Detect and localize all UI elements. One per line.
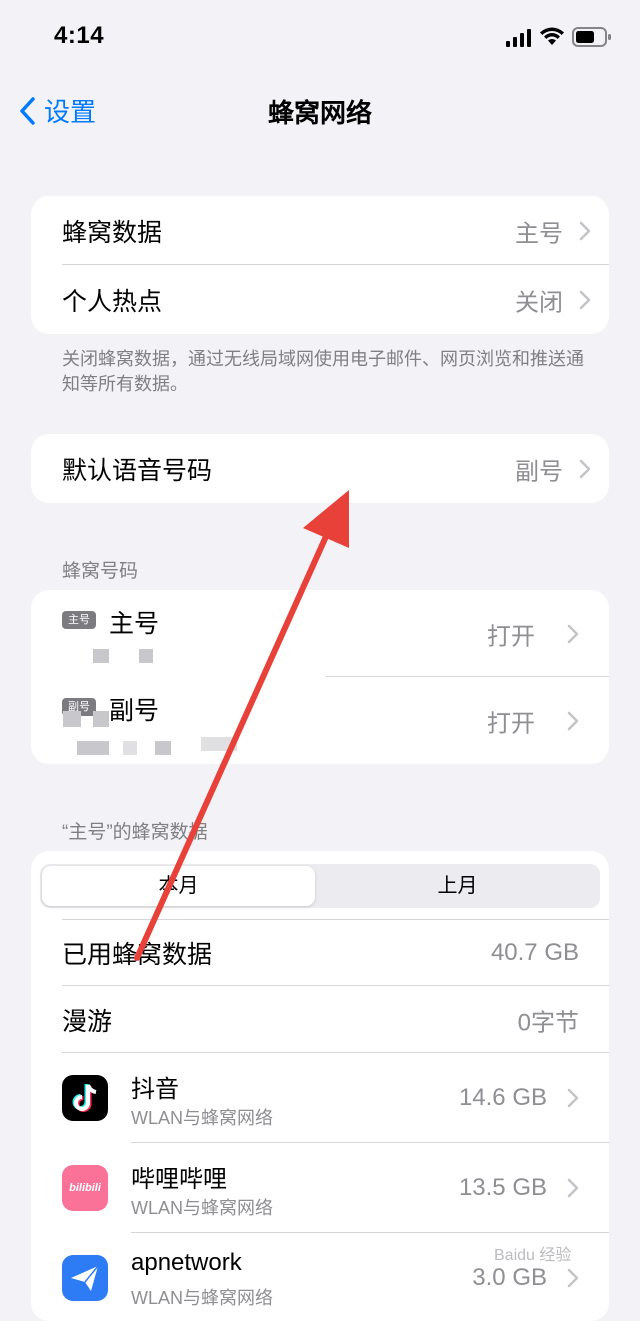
- default-voice-line-value: 副号: [515, 458, 563, 485]
- segment-last-month[interactable]: 上月: [317, 866, 598, 906]
- personal-hotspot-label: 个人热点: [62, 287, 163, 316]
- redacted-number: [93, 711, 109, 727]
- cellular-numbers-group: 主号 主号 打开 副号 副号 打开: [31, 590, 609, 764]
- personal-hotspot-row[interactable]: 个人热点 关闭: [31, 265, 609, 334]
- battery-icon: [572, 27, 611, 47]
- cellular-data-value: 主号: [515, 220, 563, 247]
- chevron-right-icon: [579, 290, 591, 309]
- segment-this-month[interactable]: 本月: [42, 866, 315, 906]
- status-time: 4:14: [54, 22, 105, 49]
- redacted-number: [123, 741, 137, 755]
- redacted-number: [139, 649, 153, 663]
- app-row-bilibili[interactable]: bilibili 哔哩哔哩 WLAN与蜂窝网络 13.5 GB: [31, 1143, 609, 1233]
- segmented-control: 本月 上月: [40, 864, 600, 908]
- chevron-right-icon: [567, 711, 579, 730]
- app-subtitle: WLAN与蜂窝网络: [131, 1108, 274, 1128]
- redacted-number: [77, 741, 109, 755]
- app-usage: 14.6 GB: [458, 1084, 547, 1111]
- default-voice-line-row[interactable]: 默认语音号码 副号: [31, 434, 609, 503]
- line-name: 副号: [109, 697, 160, 725]
- usage-header: “主号”的蜂窝数据: [62, 822, 208, 843]
- redacted-number: [93, 649, 109, 663]
- cellular-data-row[interactable]: 蜂窝数据 主号: [31, 196, 609, 265]
- app-subtitle: WLAN与蜂窝网络: [131, 1288, 274, 1308]
- app-subtitle: WLAN与蜂窝网络: [131, 1198, 274, 1218]
- period-segmented-control: 本月 上月: [31, 851, 609, 920]
- redacted-number: [63, 711, 81, 727]
- used-data-label: 已用蜂窝数据: [62, 941, 213, 969]
- roaming-value: 0字节: [517, 1009, 579, 1036]
- line-badge: 主号: [62, 611, 96, 629]
- app-name: apnetwork: [131, 1249, 242, 1276]
- chevron-right-icon: [567, 1088, 579, 1108]
- app-usage: 3.0 GB: [472, 1264, 547, 1291]
- cellular-data-label: 蜂窝数据: [62, 218, 163, 247]
- douyin-icon: [62, 1075, 108, 1121]
- app-row-douyin[interactable]: 抖音 WLAN与蜂窝网络 14.6 GB: [31, 1053, 609, 1143]
- line-status: 打开: [487, 710, 535, 737]
- apnetwork-icon: [62, 1255, 108, 1301]
- redacted-number: [155, 741, 171, 755]
- line-row-secondary[interactable]: 副号 副号 打开: [31, 677, 609, 764]
- line-row-primary[interactable]: 主号 主号 打开: [31, 590, 609, 677]
- status-bar: 4:14: [0, 0, 640, 70]
- chevron-right-icon: [567, 1178, 579, 1198]
- used-data-row: 已用蜂窝数据 40.7 GB: [31, 920, 609, 986]
- chevron-right-icon: [579, 459, 591, 478]
- redacted-number: [201, 737, 237, 751]
- app-name: 哔哩哔哩: [131, 1166, 227, 1193]
- app-usage: 13.5 GB: [458, 1174, 547, 1201]
- cellular-settings-group: 蜂窝数据 主号 个人热点 关闭: [31, 196, 609, 334]
- default-voice-line-label: 默认语音号码: [62, 456, 213, 485]
- line-name: 主号: [109, 610, 160, 638]
- wifi-icon: [540, 27, 564, 45]
- used-data-value: 40.7 GB: [490, 939, 579, 966]
- roaming-row: 漫游 0字节: [31, 986, 609, 1053]
- line-status: 打开: [487, 623, 535, 650]
- chevron-right-icon: [567, 1268, 579, 1288]
- app-name: 抖音: [131, 1076, 179, 1103]
- cellular-data-footer: 关闭蜂窝数据，通过无线局域网使用电子邮件、网页浏览和推送通知等所有数据。: [62, 349, 584, 394]
- roaming-label: 漫游: [62, 1007, 113, 1036]
- navigation-bar: 设置 蜂窝网络: [0, 70, 640, 150]
- bilibili-icon: bilibili: [62, 1165, 108, 1211]
- page-title: 蜂窝网络: [267, 98, 372, 128]
- cellular-numbers-header: 蜂窝号码: [62, 561, 139, 582]
- watermark: Baidu 经验: [494, 1247, 572, 1264]
- chevron-right-icon: [567, 624, 579, 643]
- personal-hotspot-value: 关闭: [515, 289, 563, 316]
- default-voice-group: 默认语音号码 副号: [31, 434, 609, 503]
- cellular-signal-icon: [506, 29, 531, 47]
- chevron-right-icon: [579, 221, 591, 240]
